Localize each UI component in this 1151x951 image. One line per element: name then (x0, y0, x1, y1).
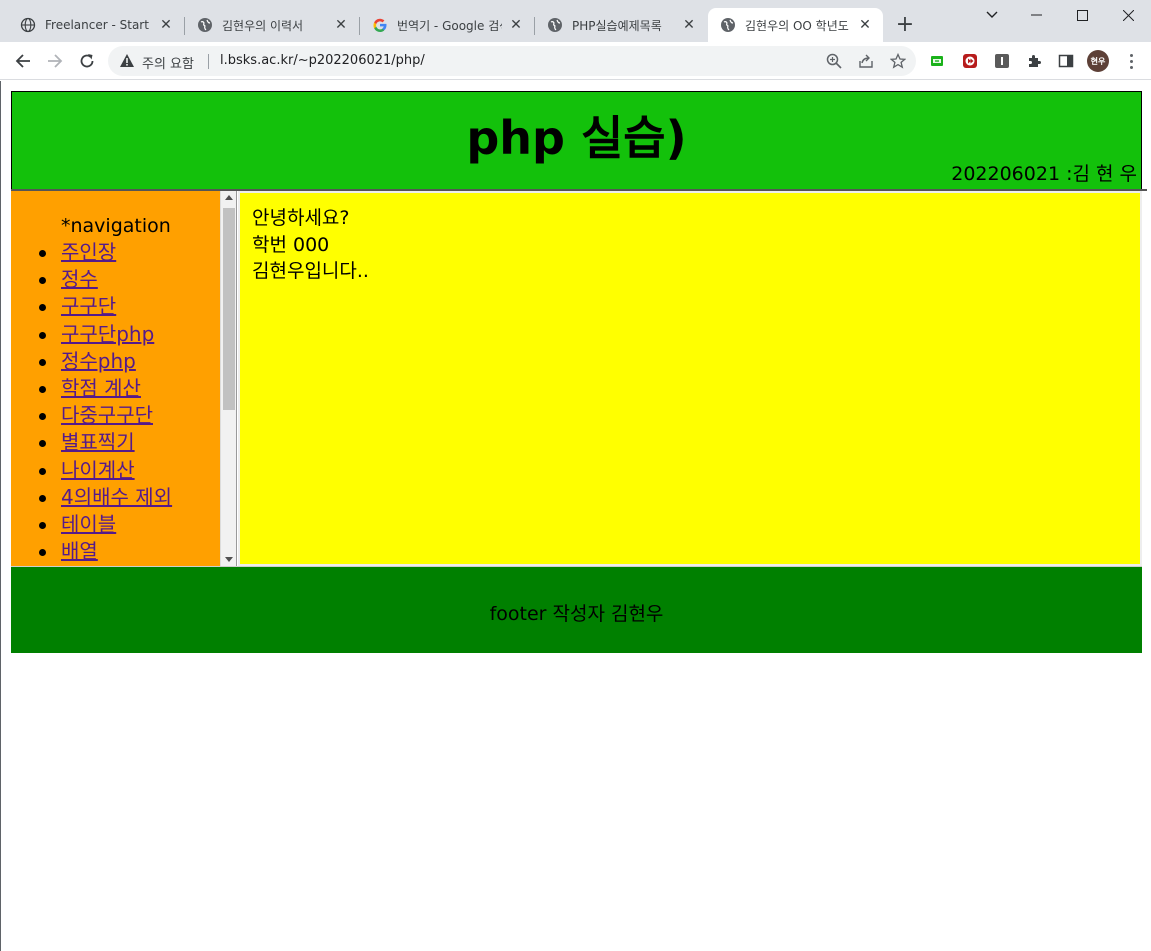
nav-item-array: 배열 (11, 538, 172, 565)
nav-list: 주인장 정수 구구단 구구단php 정수php 학점 계산 다중구구단 별표찍기… (11, 239, 172, 565)
site-globe-icon (547, 17, 563, 33)
nav-scrollbar[interactable] (220, 191, 236, 566)
page-header: php 실습) 202206021 :김 현 우 (11, 91, 1142, 190)
tab-title: 번역기 - Google 검색 (397, 18, 502, 33)
extension-red-icon[interactable] (961, 52, 979, 70)
main-content-frame: 안녕하세요? 학번 000 김현우입니다.. (238, 191, 1142, 566)
menu-kebab-icon[interactable] (1122, 51, 1140, 71)
bookmark-star-icon[interactable] (889, 52, 907, 70)
nav-link-star-print[interactable]: 별표찍기 (61, 430, 135, 454)
bullet-icon (39, 521, 46, 529)
bullet-icon (39, 358, 46, 366)
url-text[interactable]: l.bsks.ac.kr/~p202206021/php/ (220, 53, 425, 68)
zoom-icon[interactable] (825, 52, 843, 70)
nav-link-integer[interactable]: 정수 (61, 267, 98, 291)
navigation-frame: *navigation 주인장 정수 구구단 구구단php 정수php 학점 계… (11, 191, 237, 566)
tab-search-chevron-icon[interactable] (969, 0, 1015, 30)
tab-title: 김현우의 OO 학년도 (745, 18, 849, 33)
share-icon[interactable] (857, 52, 875, 70)
nav-item-age-calc: 나이계산 (11, 457, 172, 484)
globe-icon (20, 17, 36, 33)
nav-link-owner[interactable]: 주인장 (61, 240, 116, 264)
bullet-icon (39, 467, 46, 475)
bullet-icon (39, 413, 46, 421)
new-tab-button[interactable]: + (894, 14, 916, 36)
bullet-icon (39, 494, 46, 502)
window-edge (0, 81, 1, 951)
scroll-up-arrow-icon[interactable] (225, 195, 233, 200)
nav-item-star-print: 별표찍기 (11, 429, 172, 456)
browser-toolbar: 주의 요함 l.bsks.ac.kr/~p202206021/php/ 현우 (0, 42, 1151, 80)
bullet-icon (39, 549, 46, 557)
site-globe-icon (720, 17, 736, 33)
extension-green-icon[interactable] (928, 52, 946, 70)
nav-link-integer-php[interactable]: 정수php (61, 349, 136, 373)
bullet-icon (39, 250, 46, 257)
tab-php-examples[interactable]: PHP실습예제목록 ✕ (535, 8, 707, 42)
bullet-icon (39, 277, 46, 285)
nav-item-exclude-multiples-4: 4의배수 제외 (11, 484, 172, 511)
close-icon[interactable]: ✕ (506, 15, 526, 35)
google-icon (372, 17, 388, 33)
nav-link-multi-table[interactable]: 다중구구단 (61, 403, 153, 427)
bullet-icon (39, 440, 46, 448)
nav-item-integer-php: 정수php (11, 348, 172, 375)
greeting-line: 안녕하세요? (252, 207, 350, 229)
warning-icon[interactable] (119, 53, 135, 72)
footer-text: footer 작성자 김현우 (489, 603, 664, 625)
nav-link-multiplication-php[interactable]: 구구단php (61, 322, 154, 346)
greeting-text: 안녕하세요? 학번 000 김현우입니다.. (252, 205, 369, 285)
student-id-label: 202206021 :김 현 우 (951, 163, 1137, 185)
bullet-icon (39, 304, 46, 312)
nav-item-integer: 정수 (11, 266, 172, 293)
back-arrow-icon[interactable] (11, 49, 35, 73)
forward-arrow-icon[interactable] (43, 49, 67, 73)
name-line: 김현우입니다.. (252, 260, 369, 282)
nav-link-multiplication[interactable]: 구구단 (61, 294, 116, 318)
bullet-icon (39, 385, 46, 393)
nav-link-array[interactable]: 배열 (61, 539, 98, 563)
tab-title: PHP실습예제목록 (572, 18, 662, 33)
page-footer: footer 작성자 김현우 (11, 566, 1142, 653)
reload-icon[interactable] (75, 49, 99, 73)
nav-link-age-calc[interactable]: 나이계산 (61, 458, 135, 482)
student-number-line: 학번 000 (252, 233, 330, 256)
window-close-icon[interactable] (1105, 0, 1151, 30)
tab-title: 김현우의 이력서 (222, 18, 304, 33)
tab-title: Freelancer - Start Bo (45, 18, 152, 32)
extension-dark-icon[interactable] (993, 52, 1011, 70)
tab-freelancer[interactable]: Freelancer - Start Bo ✕ (8, 8, 184, 42)
nav-link-grade-calc[interactable]: 학점 계산 (61, 376, 141, 400)
minimize-icon[interactable] (1013, 0, 1059, 30)
tab-strip: Freelancer - Start Bo ✕ 김현우의 이력서 ✕ 번역기 -… (0, 0, 1151, 42)
nav-link-exclude-multiples-4[interactable]: 4의배수 제외 (61, 485, 172, 509)
side-panel-icon[interactable] (1057, 52, 1075, 70)
tab-active-php[interactable]: 김현우의 OO 학년도 ✕ (708, 8, 883, 42)
security-status-label[interactable]: 주의 요함 (142, 53, 194, 72)
scrollbar-thumb[interactable] (223, 208, 235, 410)
nav-item-multiplication-php: 구구단php (11, 321, 172, 348)
nav-item-grade-calc: 학점 계산 (11, 375, 172, 402)
extensions-puzzle-icon[interactable] (1025, 52, 1043, 70)
nav-item-owner: 주인장 (11, 239, 172, 266)
bullet-icon (39, 331, 46, 339)
tab-resume[interactable]: 김현우의 이력서 ✕ (185, 8, 359, 42)
nav-item-multiplication: 구구단 (11, 293, 172, 320)
address-bar[interactable]: 주의 요함 l.bsks.ac.kr/~p202206021/php/ (108, 46, 916, 76)
site-globe-icon (197, 17, 213, 33)
profile-avatar[interactable]: 현우 (1087, 50, 1109, 72)
nav-item-multi-table: 다중구구단 (11, 402, 172, 429)
tab-google-translate[interactable]: 번역기 - Google 검색 ✕ (360, 8, 534, 42)
maximize-icon[interactable] (1059, 0, 1105, 30)
close-icon[interactable]: ✕ (331, 15, 351, 35)
close-icon[interactable]: ✕ (679, 15, 699, 35)
scroll-down-arrow-icon[interactable] (225, 557, 233, 562)
address-divider (208, 54, 209, 69)
nav-heading: *navigation (61, 215, 171, 237)
nav-link-table[interactable]: 테이블 (61, 512, 116, 536)
close-icon[interactable]: ✕ (855, 15, 875, 35)
close-icon[interactable]: ✕ (156, 15, 176, 35)
nav-item-table: 테이블 (11, 511, 172, 538)
